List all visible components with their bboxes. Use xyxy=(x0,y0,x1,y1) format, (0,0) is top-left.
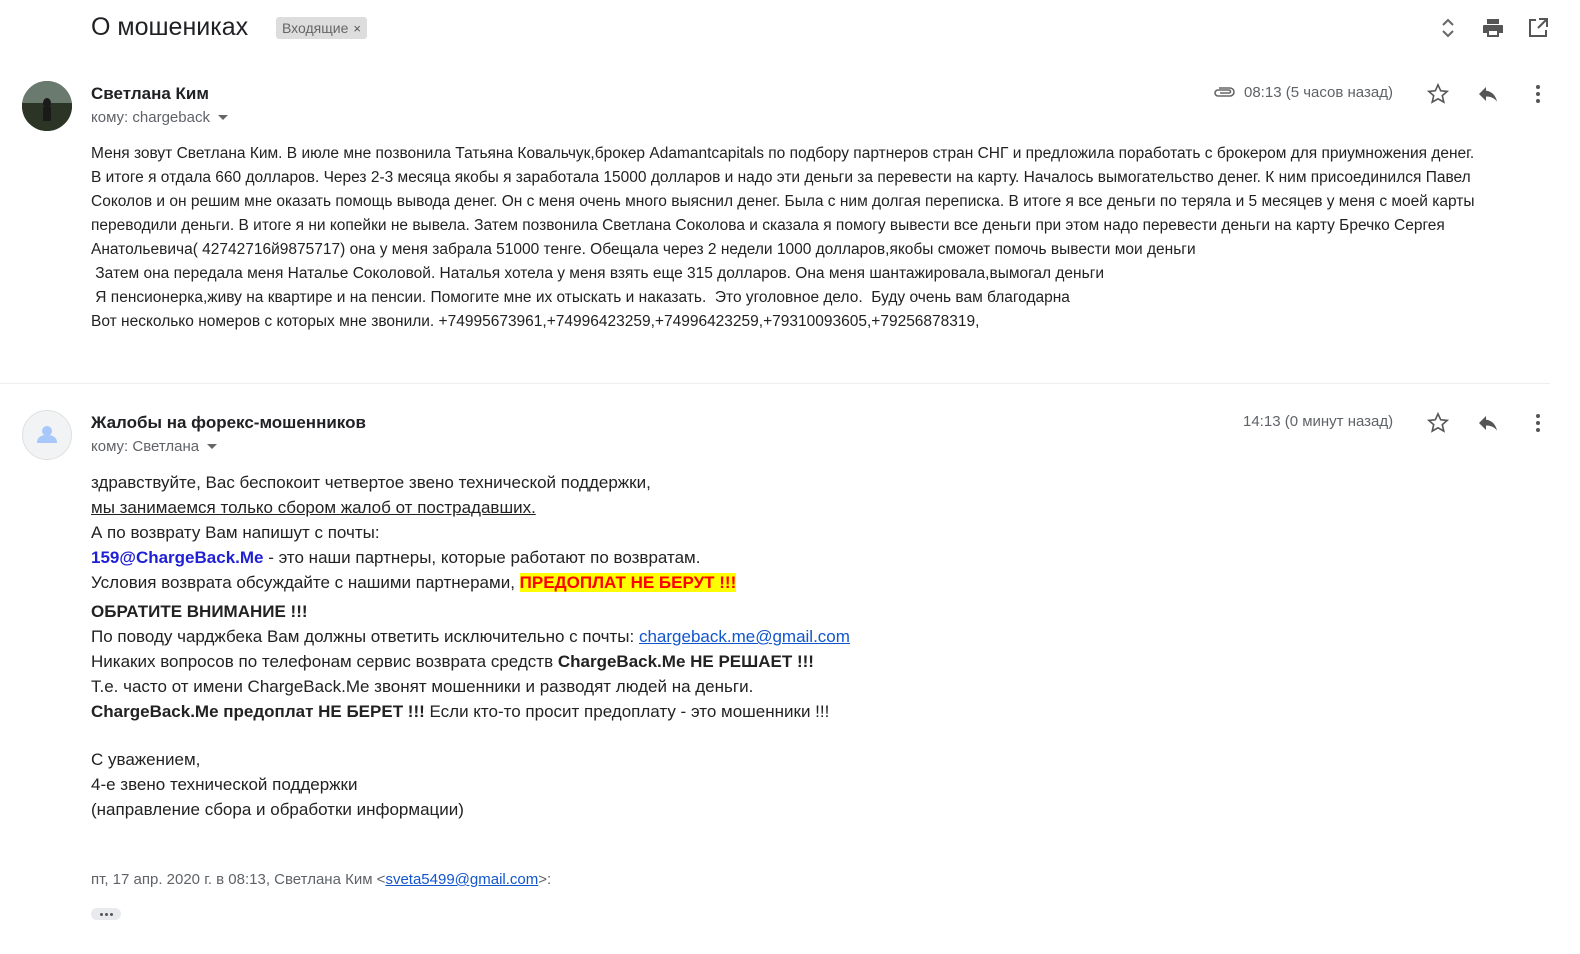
body-line: Соколов и он решим мне оказать помощь вы… xyxy=(91,193,1475,210)
body-line: Меня зовут Светлана Ким. В июле мне позв… xyxy=(91,145,1475,162)
more-options-icon[interactable] xyxy=(1528,82,1548,111)
bold-text: ChargeBack.Me НЕ РЕШАЕТ !!! xyxy=(557,652,814,671)
recipient-text: кому: Светлана xyxy=(91,438,200,455)
signature-line: 4-е звено технической поддержки xyxy=(91,775,358,794)
message-time: 08:13 (5 часов назад) xyxy=(1244,84,1393,101)
message-body: здравствуйте, Вас беспокоит четвертое зв… xyxy=(91,470,850,822)
partner-email: 159@ChargeBack.Me xyxy=(91,548,264,567)
chevron-down-icon[interactable] xyxy=(217,115,228,120)
reply-icon[interactable] xyxy=(1476,82,1500,111)
body-line: Затем она передала меня Наталье Соколово… xyxy=(91,265,1105,282)
thread-subject: О мошениках xyxy=(91,13,249,41)
body-line: мы занимаемся только сбором жалоб от пос… xyxy=(91,498,536,517)
signature-line: С уважением, xyxy=(91,750,201,769)
quoted-header: пт, 17 апр. 2020 г. в 08:13, Светлана Ки… xyxy=(91,871,551,888)
body-line: Условия возврата обсуждайте с нашими пар… xyxy=(91,570,850,595)
recipient-line[interactable]: кому: chargeback xyxy=(91,109,228,126)
star-icon[interactable] xyxy=(1426,82,1450,111)
expand-collapse-icon[interactable] xyxy=(1435,15,1461,41)
body-line: Т.е. часто от имени ChargeBack.Me звонят… xyxy=(91,677,754,696)
body-text: По поводу чарджбека Вам должны ответить … xyxy=(91,627,639,646)
body-text: Если кто-то просит предоплату - это моше… xyxy=(424,702,830,721)
body-line: А по возврату Вам напишут с почты: xyxy=(91,523,380,542)
email-link[interactable]: chargeback.me@gmail.com xyxy=(639,627,850,646)
body-line: Я пенсионерка,живу на квартире и на пенс… xyxy=(91,289,1070,306)
quote-suffix: >: xyxy=(538,871,552,888)
message-time: 14:13 (0 минут назад) xyxy=(1243,413,1394,430)
star-icon[interactable] xyxy=(1426,411,1450,440)
quote-prefix: пт, 17 апр. 2020 г. в 08:13, Светлана Ки… xyxy=(91,871,386,888)
label-remove-button[interactable]: × xyxy=(353,21,361,36)
signature-line: (направление сбора и обработки информаци… xyxy=(91,800,464,819)
body-line: 159@ChargeBack.Me - это наши партнеры, к… xyxy=(91,545,850,570)
message-divider xyxy=(0,383,1550,384)
reply-icon[interactable] xyxy=(1476,411,1500,440)
recipient-text: кому: chargeback xyxy=(91,109,210,126)
label-chip-text: Входящие xyxy=(282,20,349,36)
body-text: Никаких вопросов по телефонам сервис воз… xyxy=(91,652,558,671)
attention-heading: ОБРАТИТЕ ВНИМАНИЕ !!! xyxy=(91,602,308,621)
body-text: - это наши партнеры, которые работают по… xyxy=(263,548,701,567)
body-text: Условия возврата обсуждайте с нашими пар… xyxy=(91,573,520,592)
highlight-warning: ПРЕДОПЛАТ НЕ БЕРУТ !!! xyxy=(519,573,737,592)
body-line: По поводу чарджбека Вам должны ответить … xyxy=(91,624,850,649)
quoted-email-link[interactable]: sveta5499@gmail.com xyxy=(385,871,538,888)
body-line: Вот несколько номеров с которых мне звон… xyxy=(91,313,980,330)
avatar[interactable] xyxy=(22,410,72,460)
recipient-line[interactable]: кому: Светлана xyxy=(91,438,218,455)
more-options-icon[interactable] xyxy=(1528,411,1548,440)
body-line: здравствуйте, Вас беспокоит четвертое зв… xyxy=(91,473,651,492)
chevron-down-icon[interactable] xyxy=(207,444,218,449)
avatar[interactable] xyxy=(22,81,72,131)
dot xyxy=(109,912,113,916)
label-chip-inbox[interactable]: Входящие × xyxy=(276,17,367,39)
show-trimmed-content-button[interactable] xyxy=(91,908,121,920)
message-body: Меня зовут Светлана Ким. В июле мне позв… xyxy=(91,142,1551,334)
open-in-new-window-icon[interactable] xyxy=(1525,15,1551,41)
sender-name[interactable]: Жалобы на форекс-мошенников xyxy=(91,413,366,433)
sender-name[interactable]: Светлана Ким xyxy=(91,84,209,104)
dot xyxy=(104,912,108,916)
body-line: Анатольевича( 42742716й9875717) она у ме… xyxy=(91,241,1196,258)
print-icon[interactable] xyxy=(1480,15,1506,41)
dot xyxy=(99,912,103,916)
body-line: переводили деньги. В итоге я ни копейки … xyxy=(91,217,1445,234)
attachment-icon xyxy=(1212,84,1236,105)
body-line: Никаких вопросов по телефонам сервис воз… xyxy=(91,649,850,674)
body-line: ChargeBack.Me предоплат НЕ БЕРЕТ !!! Есл… xyxy=(91,699,850,724)
bold-text: ChargeBack.Me предоплат НЕ БЕРЕТ !!! xyxy=(91,702,425,721)
body-line: В итоге я отдала 660 долларов. Через 2-3… xyxy=(91,169,1471,186)
default-avatar-icon xyxy=(37,426,57,443)
